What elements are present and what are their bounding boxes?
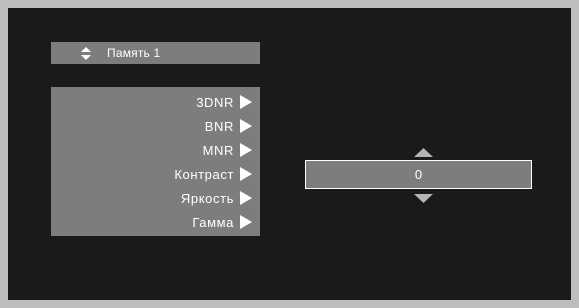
menu-item-brightness[interactable]: Яркость	[181, 187, 252, 209]
menu-item-3dnr[interactable]: 3DNR	[196, 91, 252, 113]
menu-item-label: Контраст	[174, 166, 234, 182]
up-down-arrows-icon	[81, 46, 91, 60]
settings-menu: 3DNR BNR MNR Контраст Яркость Гамма	[51, 87, 260, 236]
menu-item-label: Яркость	[180, 190, 234, 206]
menu-item-gamma[interactable]: Гамма	[192, 211, 252, 233]
menu-item-label: MNR	[202, 142, 234, 158]
arrow-right-icon	[240, 95, 252, 109]
osd-screen: Память 1 3DNR BNR MNR Контраст Яркость Г…	[8, 8, 571, 300]
menu-item-label: Гамма	[192, 214, 234, 230]
arrow-right-icon	[240, 119, 252, 133]
menu-item-label: 3DNR	[196, 94, 234, 110]
menu-item-contrast[interactable]: Контраст	[174, 163, 252, 185]
menu-item-mnr[interactable]: MNR	[203, 139, 252, 161]
menu-item-label: BNR	[204, 118, 234, 134]
memory-selector[interactable]: Память 1	[51, 42, 260, 64]
arrow-right-icon	[240, 215, 252, 229]
arrow-right-icon	[240, 143, 252, 157]
value-text: 0	[414, 167, 423, 182]
menu-item-bnr[interactable]: BNR	[205, 115, 252, 137]
value-field[interactable]: 0	[305, 160, 532, 189]
memory-label: Память 1	[107, 46, 161, 60]
arrow-right-icon	[240, 191, 252, 205]
triangle-up-icon[interactable]	[414, 148, 433, 157]
arrow-right-icon	[240, 167, 252, 181]
triangle-down-icon[interactable]	[414, 194, 433, 203]
